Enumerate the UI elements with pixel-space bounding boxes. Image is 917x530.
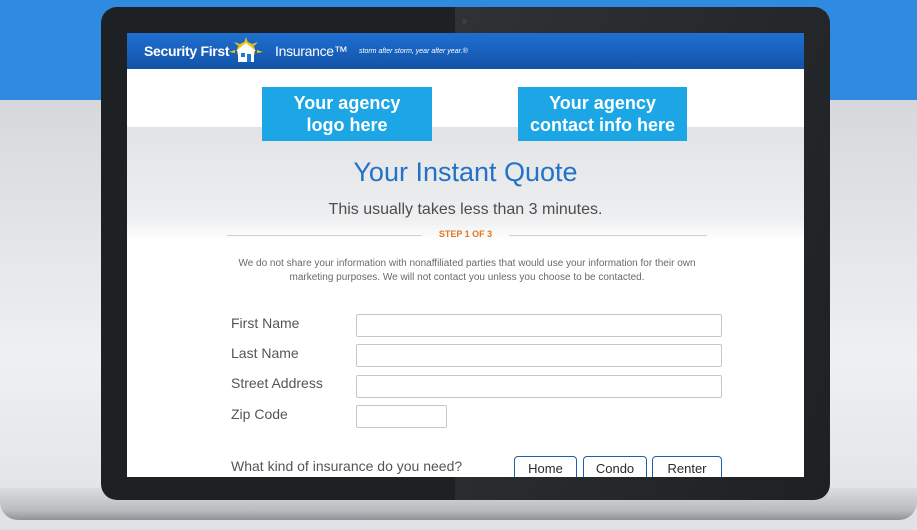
agency-logo-text: Your agency logo here (293, 93, 401, 135)
last-name-input[interactable] (356, 344, 722, 367)
camera-icon (462, 19, 467, 24)
first-name-input[interactable] (356, 314, 722, 337)
agency-logo-placeholder: Your agency logo here (262, 87, 432, 141)
page-title: Your Instant Quote (353, 157, 578, 187)
last-name-label: Last Name (231, 345, 299, 361)
step-divider-right (509, 235, 707, 236)
renter-button[interactable]: Renter (652, 456, 722, 477)
step-divider-left (227, 235, 422, 236)
page-subtitle: This usually takes less than 3 minutes. (328, 201, 603, 218)
street-address-label: Street Address (231, 375, 323, 391)
first-name-label: First Name (231, 315, 300, 331)
agency-contact-placeholder: Your agency contact info here (518, 87, 687, 141)
privacy-notice: We do not share your information with no… (238, 258, 696, 283)
zip-code-input[interactable] (356, 405, 447, 428)
zip-code-label: Zip Code (231, 406, 288, 422)
brand-name-suffix: Insurance™ (275, 43, 348, 59)
agency-contact-text: Your agency contact info here (529, 93, 676, 135)
condo-button[interactable]: Condo (583, 456, 647, 477)
street-address-input[interactable] (356, 375, 722, 398)
laptop-screen: Security First Insurance™ storm after st… (127, 33, 804, 477)
home-button[interactable]: Home (514, 456, 577, 477)
step-indicator: STEP 1 OF 3 (438, 229, 493, 239)
site-header: Security First Insurance™ storm after st… (127, 33, 804, 69)
insurance-type-question: What kind of insurance do you need? (231, 458, 463, 474)
house-sun-logo-icon (229, 37, 263, 62)
brand-tagline: storm after storm, year after year.® (359, 48, 468, 55)
brand-name: Security First (144, 43, 230, 59)
